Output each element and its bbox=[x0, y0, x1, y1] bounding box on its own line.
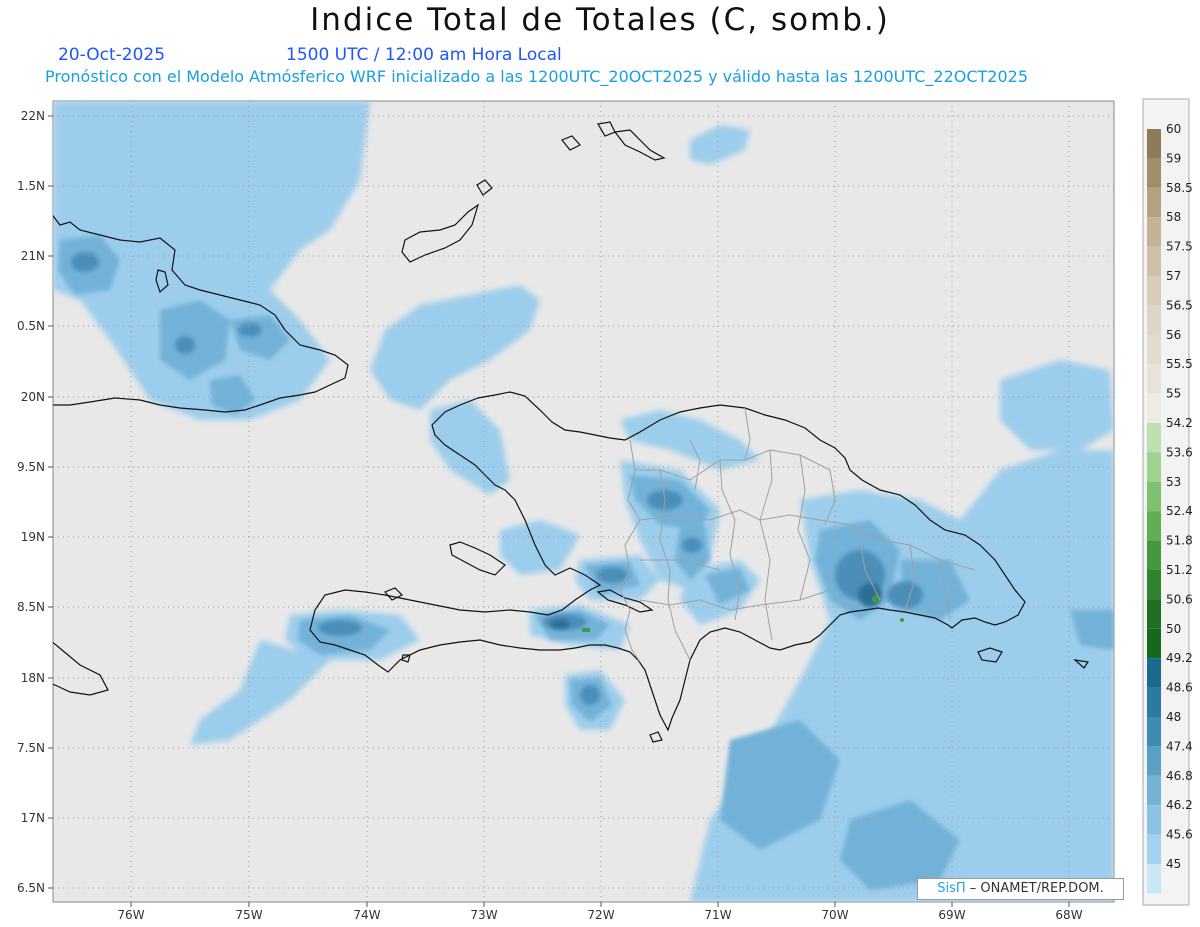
lat-label: 19N bbox=[21, 530, 45, 544]
lat-label: 20N bbox=[21, 390, 45, 404]
colorbar-label: 50 bbox=[1166, 622, 1181, 636]
colorbar-label: 48 bbox=[1166, 710, 1181, 724]
lon-labels: 76W 75W 74W 73W 72W 71W 70W 69W 68W bbox=[117, 908, 1082, 922]
colorbar-swatch bbox=[1147, 423, 1161, 453]
colorbar-swatch bbox=[1147, 775, 1161, 806]
lon-label: 69W bbox=[938, 908, 965, 922]
colorbar-swatch bbox=[1147, 246, 1161, 276]
colorbar-label: 57.5 bbox=[1166, 240, 1193, 254]
colorbar-swatches bbox=[1147, 129, 1161, 894]
lat-label: 17N bbox=[21, 811, 45, 825]
colorbar-label: 45 bbox=[1166, 857, 1181, 871]
colorbar-label: 51.2 bbox=[1166, 563, 1193, 577]
colorbar-swatch bbox=[1147, 187, 1161, 218]
colorbar-swatch bbox=[1147, 511, 1161, 541]
lat-label: 0.5N bbox=[17, 319, 45, 333]
colorbar-swatch bbox=[1147, 687, 1161, 717]
colorbar-swatch bbox=[1147, 864, 1161, 894]
colorbar-swatch bbox=[1147, 158, 1161, 188]
lon-label: 72W bbox=[587, 908, 614, 922]
colorbar-label: 56.5 bbox=[1166, 298, 1193, 312]
lat-label: 8.5N bbox=[17, 600, 45, 614]
colorbar-label: 46.8 bbox=[1166, 769, 1193, 783]
colorbar-label: 58.5 bbox=[1166, 181, 1193, 195]
colorbar-label: 52.4 bbox=[1166, 504, 1193, 518]
weather-map: 22N 1.5N 21N 0.5N 20N 9.5N 19N 8.5N 18N … bbox=[17, 98, 1193, 922]
colorbar-label: 59 bbox=[1166, 151, 1181, 165]
colorbar-label: 54.2 bbox=[1166, 416, 1193, 430]
lat-label: 7.5N bbox=[17, 741, 45, 755]
lat-label: 6.5N bbox=[17, 881, 45, 895]
lon-label: 71W bbox=[704, 908, 731, 922]
colorbar-label: 58 bbox=[1166, 210, 1181, 224]
lat-labels: 22N 1.5N 21N 0.5N 20N 9.5N 19N 8.5N 18N … bbox=[17, 109, 45, 895]
lon-label: 75W bbox=[235, 908, 262, 922]
colorbar-label: 60 bbox=[1166, 122, 1181, 136]
colorbar-swatch bbox=[1147, 628, 1161, 659]
colorbar-label: 53 bbox=[1166, 475, 1181, 489]
colorbar-label: 51.8 bbox=[1166, 534, 1193, 548]
colorbar-swatch bbox=[1147, 834, 1161, 864]
colorbar-swatch bbox=[1147, 305, 1161, 335]
credit-box: SisΠ – ONAMET/REP.DOM. bbox=[917, 878, 1124, 900]
lat-label: 18N bbox=[21, 671, 45, 685]
colorbar-swatch bbox=[1147, 805, 1161, 835]
colorbar-swatch bbox=[1147, 364, 1161, 394]
lat-label: 1.5N bbox=[17, 179, 45, 193]
colorbar-label: 46.2 bbox=[1166, 798, 1193, 812]
lon-label: 73W bbox=[470, 908, 497, 922]
colorbar-swatch bbox=[1147, 217, 1161, 247]
colorbar-swatch bbox=[1147, 129, 1161, 159]
colorbar-swatch bbox=[1147, 452, 1161, 482]
colorbar-swatch bbox=[1147, 334, 1161, 365]
lat-label: 9.5N bbox=[17, 460, 45, 474]
colorbar-swatch bbox=[1147, 570, 1161, 600]
colorbar-swatch bbox=[1147, 540, 1161, 570]
lon-label: 70W bbox=[821, 908, 848, 922]
colorbar-label: 55 bbox=[1166, 387, 1181, 401]
colorbar-label: 50.6 bbox=[1166, 592, 1193, 606]
colorbar-swatch bbox=[1147, 481, 1161, 512]
colorbar: 60 59 58.5 58 57.5 57 56.5 56 55.5 55 54.2 53.6 53 52… bbox=[1142, 98, 1193, 906]
colorbar-swatch bbox=[1147, 276, 1161, 306]
colorbar-label: 56 bbox=[1166, 328, 1181, 342]
colorbar-swatch bbox=[1147, 393, 1161, 423]
lon-label: 74W bbox=[353, 908, 380, 922]
lon-label: 76W bbox=[117, 908, 144, 922]
lon-label: 68W bbox=[1055, 908, 1082, 922]
credit-brand: SisΠ bbox=[937, 881, 966, 896]
colorbar-swatch bbox=[1147, 658, 1161, 688]
credit-text: – ONAMET/REP.DOM. bbox=[965, 881, 1104, 896]
lat-label: 22N bbox=[21, 109, 45, 123]
colorbar-label: 47.4 bbox=[1166, 739, 1193, 753]
colorbar-label: 53.6 bbox=[1166, 445, 1193, 459]
colorbar-swatch bbox=[1147, 599, 1161, 629]
colorbar-label: 49.2 bbox=[1166, 651, 1193, 665]
colorbar-label: 45.6 bbox=[1166, 828, 1193, 842]
colorbar-swatch bbox=[1147, 746, 1161, 776]
colorbar-label: 48.6 bbox=[1166, 681, 1193, 695]
colorbar-label: 55.5 bbox=[1166, 357, 1193, 371]
colorbar-swatch bbox=[1147, 717, 1161, 747]
lat-label: 21N bbox=[21, 249, 45, 263]
colorbar-label: 57 bbox=[1166, 269, 1181, 283]
